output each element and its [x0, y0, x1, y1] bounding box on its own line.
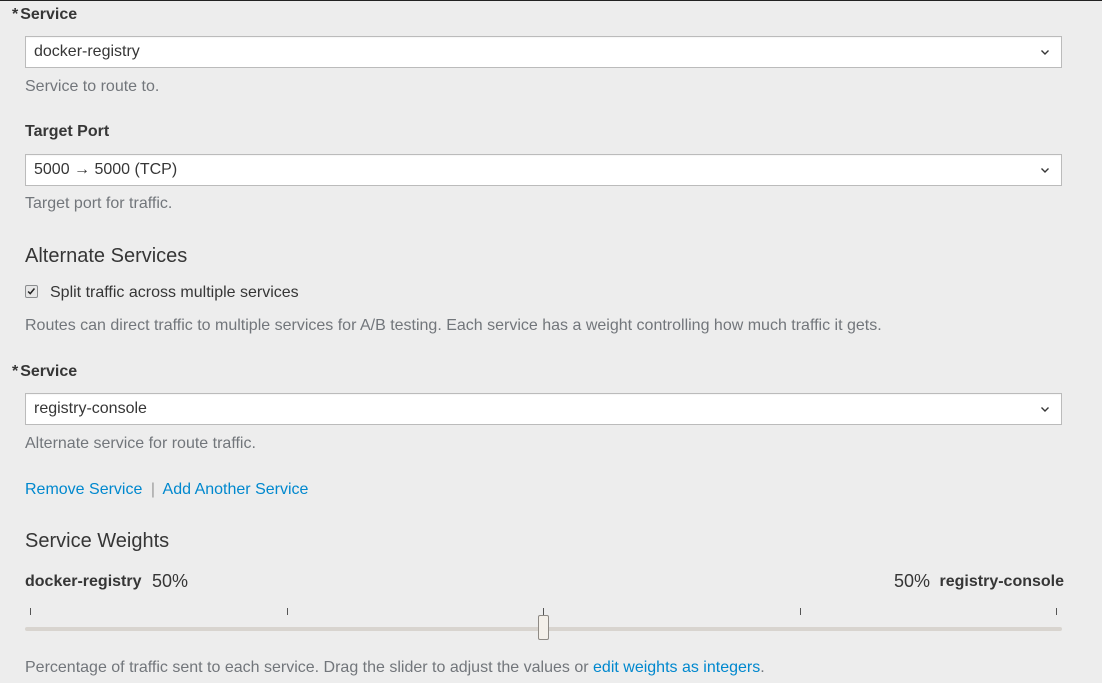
required-marker: * — [12, 6, 19, 23]
slider-tick — [800, 608, 801, 615]
service-select[interactable]: docker-registry — [25, 36, 1062, 68]
service-help: Service to route to. — [25, 78, 160, 95]
weights-help-text: Percentage of traffic sent to each servi… — [25, 659, 594, 676]
slider-tick — [543, 608, 544, 615]
left-service-name: docker-registry — [25, 573, 142, 590]
slider-tick — [1056, 608, 1057, 615]
slider-tick — [287, 608, 288, 615]
right-service-name: registry-console — [939, 573, 1064, 590]
target-port-help: Target port for traffic. — [25, 195, 173, 212]
alt-service-select[interactable]: registry-console — [25, 393, 1062, 425]
target-port-select-value: 5000 → 5000 (TCP) — [34, 161, 178, 178]
remove-service-link[interactable]: Remove Service — [25, 481, 142, 498]
checkmark-icon — [27, 288, 36, 295]
alt-service-label-text: Service — [20, 363, 78, 380]
slider-tick — [30, 608, 31, 615]
required-marker: * — [12, 363, 19, 380]
chevron-down-icon — [1041, 168, 1049, 173]
alternate-services-description: Routes can direct traffic to multiple se… — [25, 317, 882, 334]
left-service-percentage: 50% — [152, 571, 189, 591]
target-port-select[interactable]: 5000 → 5000 (TCP) — [25, 154, 1062, 186]
alt-service-help: Alternate service for route traffic. — [25, 435, 256, 452]
weights-help-suffix: . — [760, 659, 765, 676]
right-service-percentage: 50% — [893, 571, 930, 591]
weights-slider-handle[interactable] — [538, 615, 549, 640]
service-weights-heading: Service Weights — [25, 530, 170, 552]
chevron-down-icon — [1041, 407, 1049, 412]
service-links: Remove Service | Add Another Service — [25, 481, 308, 499]
edit-weights-link[interactable]: edit weights as integers — [593, 659, 760, 676]
add-another-service-link[interactable]: Add Another Service — [163, 481, 309, 498]
service-label-text: Service — [20, 6, 78, 23]
alt-service-label: * Service — [12, 363, 77, 381]
service-select-value: docker-registry — [34, 43, 140, 60]
service-label: * Service — [12, 6, 77, 24]
split-traffic-checkbox[interactable] — [25, 285, 38, 298]
split-traffic-label[interactable]: Split traffic across multiple services — [50, 284, 299, 302]
alt-service-select-value: registry-console — [34, 400, 147, 417]
weights-help: Percentage of traffic sent to each servi… — [25, 659, 765, 677]
target-port-label: Target Port — [25, 123, 110, 140]
link-separator: | — [150, 481, 155, 498]
chevron-down-icon — [1041, 50, 1049, 55]
alternate-services-heading: Alternate Services — [25, 245, 188, 267]
